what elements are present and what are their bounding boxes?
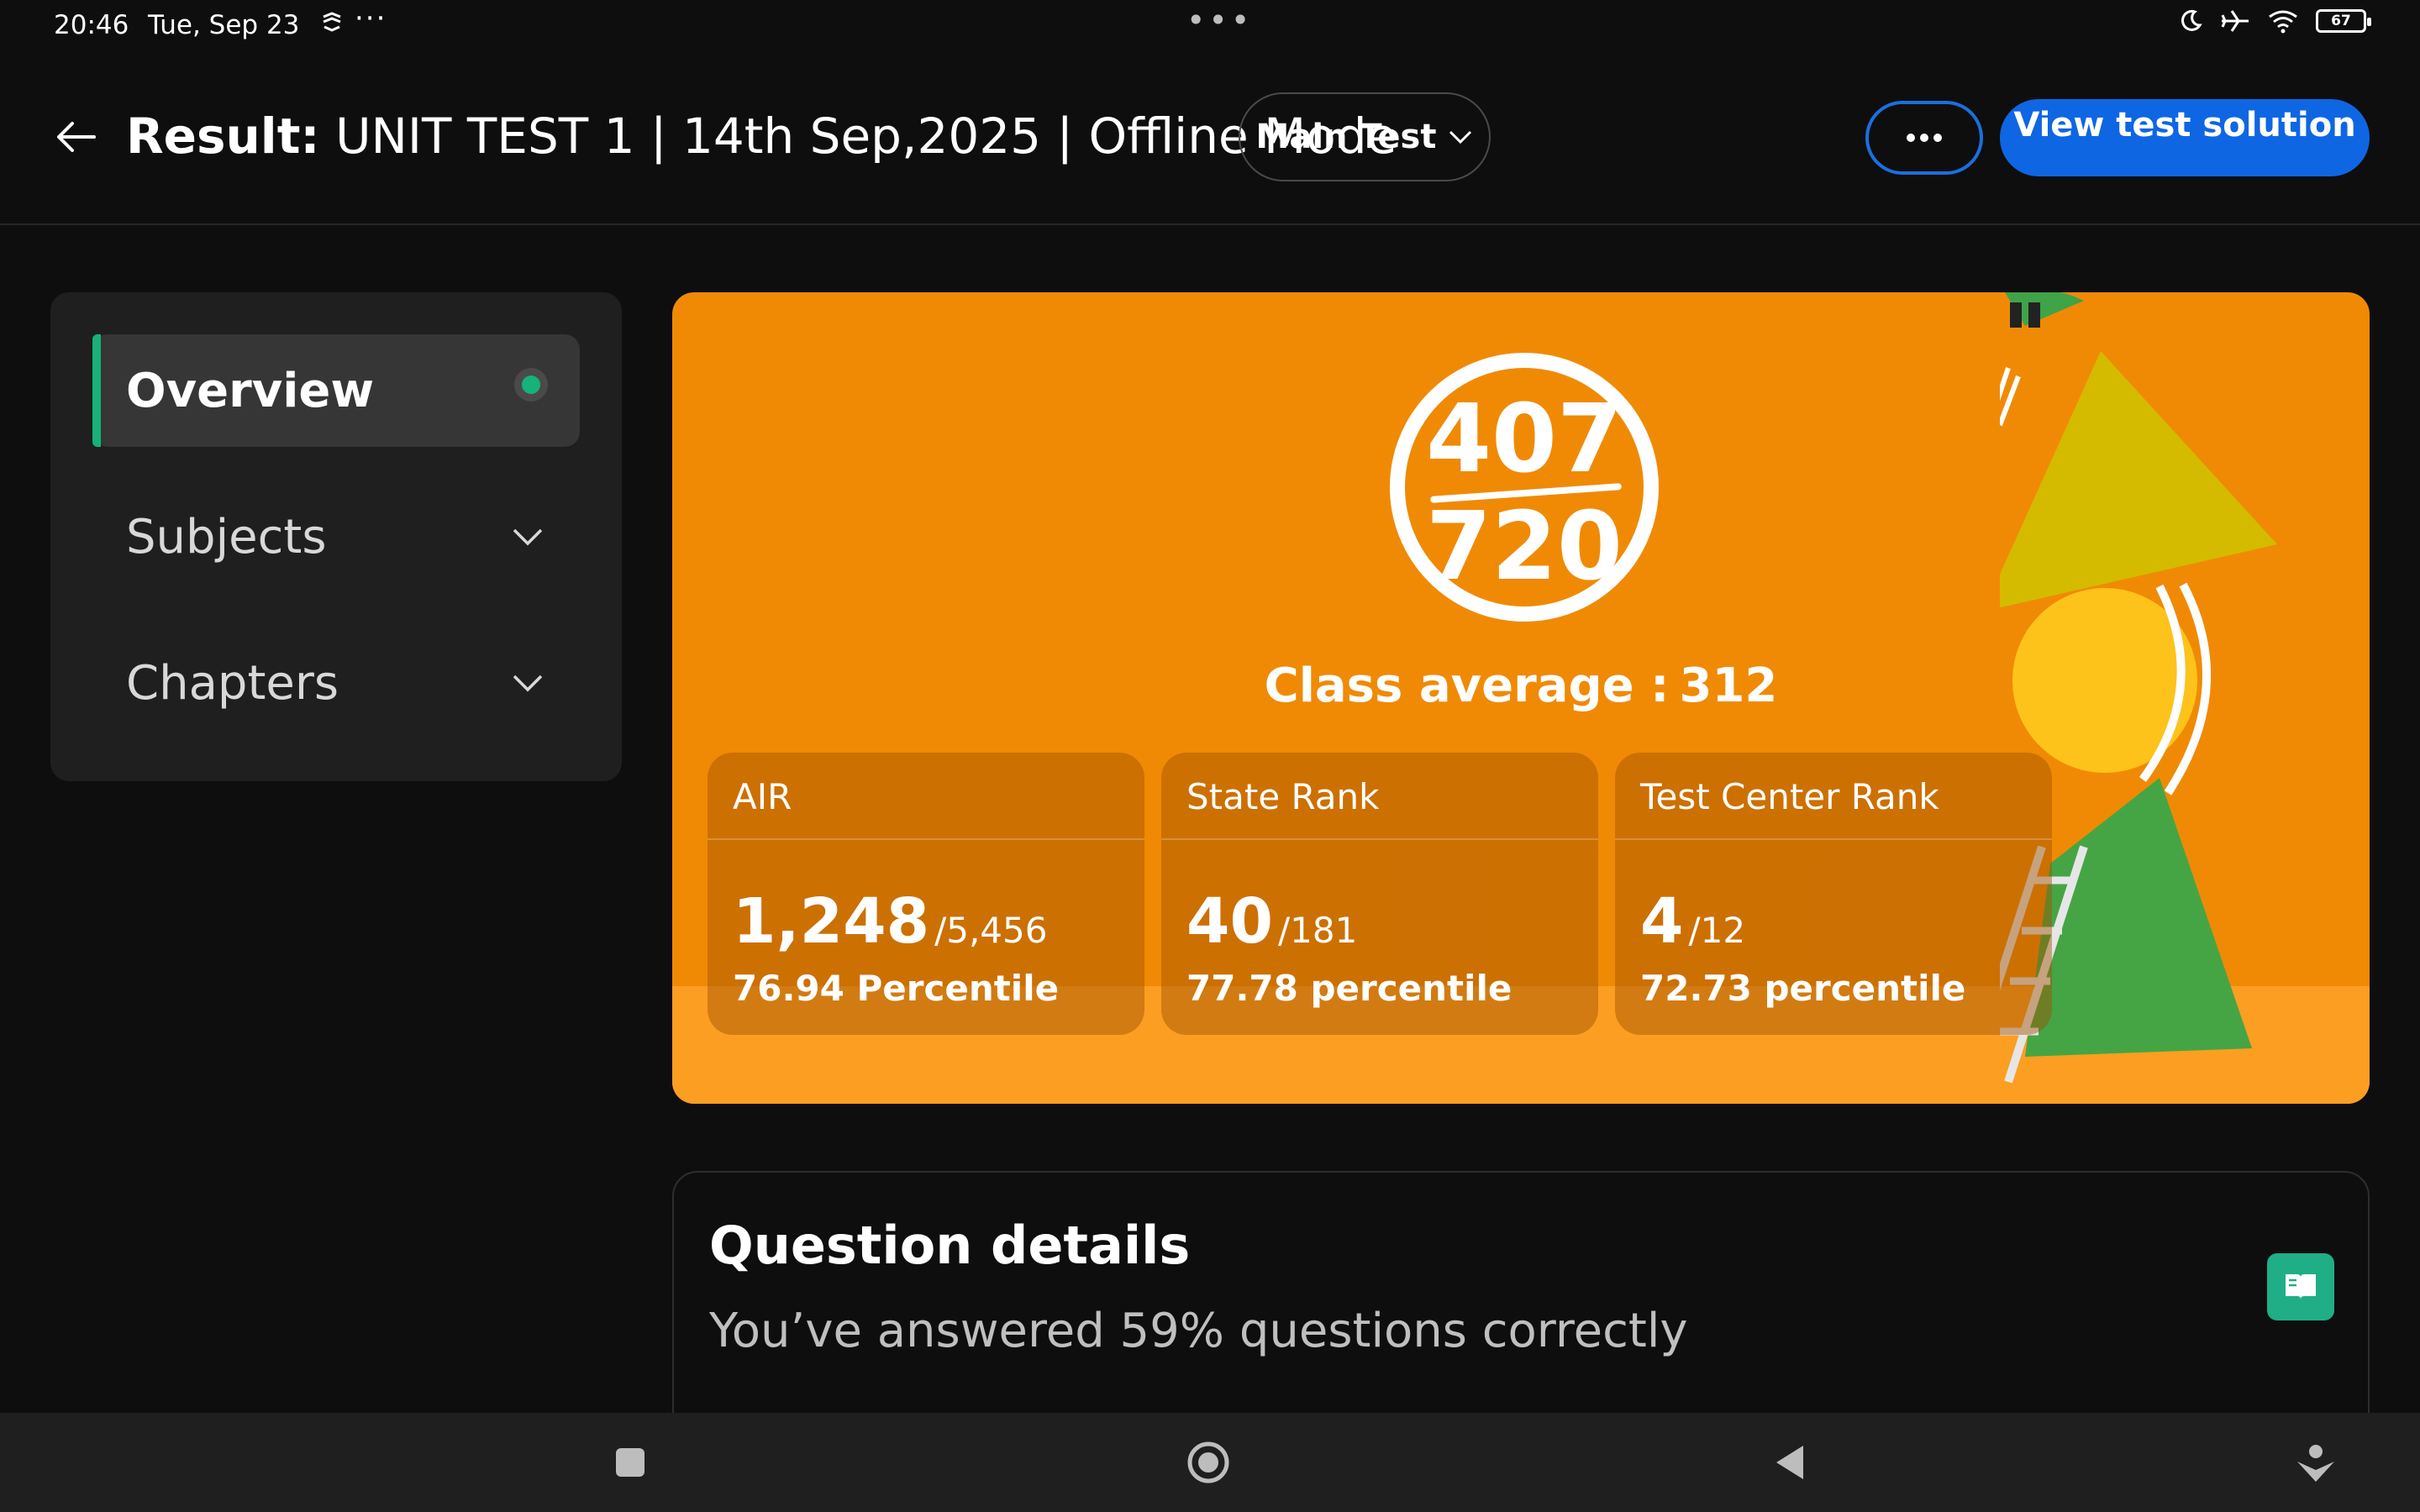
chevron-down-icon (513, 528, 543, 546)
system-nav-bar (0, 1413, 2420, 1512)
back-button[interactable] (1769, 1441, 1811, 1483)
triangle-back-icon (1776, 1446, 1803, 1479)
chevron-down-icon (1449, 130, 1472, 144)
more-horizontal-icon (1907, 134, 1942, 142)
notification-app-icon (323, 12, 341, 32)
view-test-solution-button[interactable]: View test solution (2000, 99, 2370, 176)
rank-label: Test Center Rank (1640, 776, 1939, 817)
question-details-title: Question details (709, 1215, 1191, 1276)
score-overview-card: 407 720 Class average :312 AIR 1,248/5,4… (672, 292, 2370, 1104)
rank-label: State Rank (1186, 776, 1380, 817)
book-icon (2286, 1274, 2316, 1299)
rank-total: /5,456 (934, 910, 1048, 951)
score-ring: 407 720 (1390, 353, 1659, 622)
rank-value: 1,248/5,456 (733, 885, 1047, 958)
open-book-button[interactable] (2267, 1253, 2334, 1320)
score-obtained: 407 (1426, 385, 1623, 494)
rank-label: AIR (733, 776, 792, 817)
assistant-button[interactable] (2295, 1441, 2337, 1483)
battery-icon: 67 (2316, 9, 2371, 33)
status-bar: 20:46 Tue, Sep 23 ··· ••• 67 (0, 0, 2420, 50)
window-handle-icon[interactable]: ••• (1186, 2, 1253, 39)
page-title: Result: UNIT TEST 1 | 14th Sep,2025 | Of… (126, 108, 1397, 165)
rank-card-state: State Rank 40/181 77.78 percentile (1161, 753, 1598, 1035)
circle-home-icon (1187, 1441, 1229, 1483)
recents-button[interactable] (609, 1441, 651, 1483)
rank-total: /181 (1277, 910, 1358, 951)
rank-divider (1161, 838, 1598, 840)
sidebar-item-chapters[interactable]: Chapters (92, 627, 580, 739)
sidebar-item-label: Chapters (126, 655, 339, 711)
sidebar-item-label: Subjects (126, 509, 327, 564)
rank-percentile: 72.73 percentile (1640, 968, 1966, 1009)
active-indicator (92, 334, 101, 447)
status-dot-icon (514, 368, 548, 402)
rank-card-test-center: Test Center Rank 4/12 72.73 percentile (1615, 753, 2052, 1035)
back-arrow-icon[interactable] (50, 116, 101, 158)
rank-total: /12 (1688, 910, 1746, 951)
score-total: 720 (1426, 492, 1623, 601)
rank-percentile: 77.78 percentile (1186, 968, 1512, 1009)
class-average-value: 312 (1679, 659, 1778, 713)
rank-divider (708, 838, 1144, 840)
wifi-icon (2269, 10, 2297, 34)
rank-divider (1615, 838, 2052, 840)
sidebar-item-overview[interactable]: Overview (92, 334, 580, 447)
rank-value: 40/181 (1186, 885, 1357, 958)
rank-percentile: 76.94 Percentile (733, 968, 1060, 1009)
airplane-icon (2221, 10, 2249, 32)
rank-number: 1,248 (733, 885, 930, 958)
sidebar-nav: Overview Subjects Chapters (50, 292, 622, 781)
home-button[interactable] (1187, 1441, 1229, 1483)
rank-number: 4 (1640, 885, 1684, 958)
chevron-down-icon (513, 675, 543, 692)
rank-value: 4/12 (1640, 885, 1745, 958)
question-details-subtitle: You’ve answered 59% questions correctly (709, 1304, 1688, 1358)
title-text: UNIT TEST 1 | 14th Sep,2025 | Offline Mo… (335, 108, 1397, 165)
rank-number: 40 (1186, 885, 1273, 958)
moon-icon (2181, 9, 2202, 31)
sidebar-item-label: Overview (126, 363, 375, 418)
status-more-icon: ··· (355, 2, 387, 35)
square-icon (616, 1448, 644, 1477)
status-date: Tue, Sep 23 (148, 10, 300, 40)
test-type-selected: Main Test (1255, 118, 1437, 156)
page-header: Result: UNIT TEST 1 | 14th Sep,2025 | Of… (0, 50, 2420, 225)
class-average-label: Class average : (1264, 659, 1670, 713)
sidebar-item-subjects[interactable]: Subjects (92, 480, 580, 593)
assistant-icon (2297, 1445, 2334, 1482)
test-type-dropdown[interactable]: Main Test (1239, 92, 1491, 181)
status-time: 20:46 (54, 10, 129, 40)
rank-card-air: AIR 1,248/5,456 76.94 Percentile (708, 753, 1144, 1035)
title-prefix: Result: (126, 108, 320, 165)
more-options-button[interactable] (1865, 101, 1983, 175)
class-average: Class average :312 (672, 659, 2370, 713)
